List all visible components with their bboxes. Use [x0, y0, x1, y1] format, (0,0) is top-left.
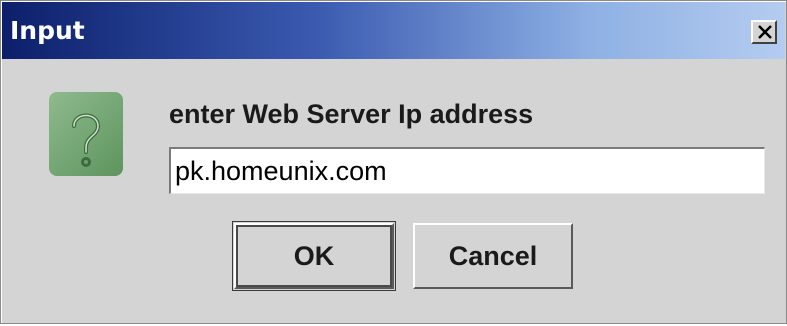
ok-button[interactable]: OK	[234, 223, 394, 289]
close-button[interactable]	[751, 20, 777, 44]
title-bar[interactable]: Input	[2, 2, 785, 59]
window-title: Input	[10, 16, 85, 45]
ip-address-input[interactable]	[169, 147, 765, 194]
ok-button-label: OK	[293, 240, 335, 271]
cancel-button[interactable]: Cancel	[413, 223, 573, 289]
cancel-button-label: Cancel	[448, 240, 538, 271]
question-icon	[49, 92, 123, 176]
close-icon	[758, 25, 772, 39]
prompt-label: enter Web Server Ip address	[169, 99, 534, 129]
input-dialog: Input enter Web Server Ip address OK Can…	[0, 0, 787, 324]
